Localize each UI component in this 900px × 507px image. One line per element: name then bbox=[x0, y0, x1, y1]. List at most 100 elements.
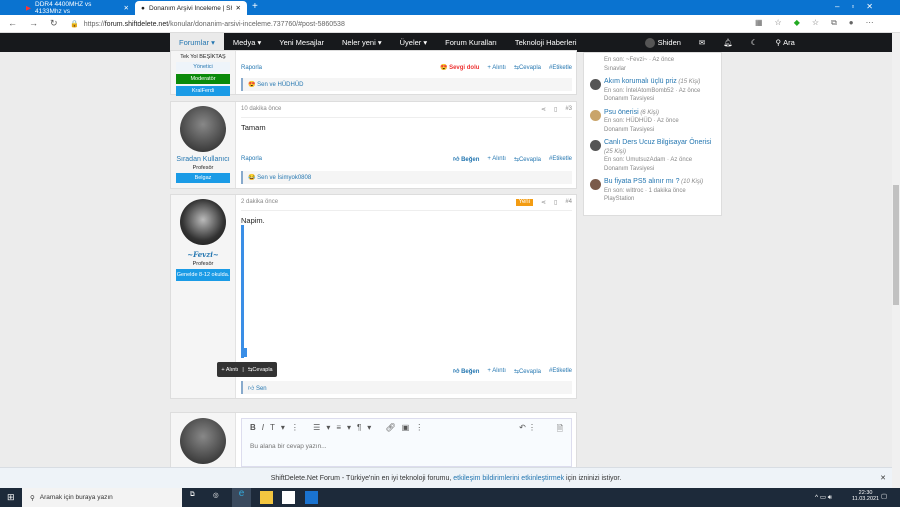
enable-notifications-link[interactable]: etkileşim bildirimlerini etkinleştirmek bbox=[453, 475, 564, 482]
reactions-bar[interactable]: 👍︎ Sen bbox=[241, 381, 572, 394]
selection-tooltip: + Alıntı | ⇆Cevapla bbox=[217, 362, 277, 377]
search-button[interactable]: ⚲ Ara bbox=[766, 33, 803, 52]
browser-toolbar-icons[interactable]: ▦☆◆☆⧉●⋯ bbox=[755, 18, 886, 28]
tooltip-quote-button[interactable]: + Alıntı bbox=[221, 367, 238, 373]
avatar bbox=[590, 140, 601, 151]
reply-button[interactable]: ⇆Cevapla bbox=[514, 64, 541, 71]
close-tab-icon[interactable]: ✕ bbox=[124, 4, 129, 12]
like-button[interactable]: 👍︎ Beğen bbox=[453, 155, 479, 163]
thread-item[interactable]: Canlı Ders Ucuz Bilgisayar Önerisi (25 K… bbox=[590, 139, 715, 173]
user-avatar bbox=[180, 418, 226, 464]
tab-active[interactable]: ●Donanım Arşivi İnceleme | ShiftD✕ bbox=[135, 1, 247, 15]
share-icon[interactable]: ⋖ bbox=[541, 106, 546, 113]
reply-input[interactable] bbox=[250, 443, 550, 450]
user-title: Tek Yol BEŞİKTAŞ bbox=[180, 54, 226, 60]
like-button[interactable]: 👍︎ Beğen bbox=[453, 367, 479, 375]
inbox-icon[interactable]: ✉ bbox=[690, 33, 714, 52]
avatar bbox=[644, 37, 655, 48]
youtube-icon: ▶ bbox=[26, 5, 31, 12]
notification-bar: ShiftDelete.Net Forum - Türkiye'nin en i… bbox=[0, 467, 892, 488]
edge-icon[interactable]: e bbox=[232, 488, 251, 507]
address-bar-row: ←→↻ 🔒 https://forum.shiftdelete.net/konul… bbox=[0, 15, 900, 33]
tray-icons[interactable]: ^ ▭ 🔊︎ bbox=[815, 493, 832, 502]
quote-button[interactable]: + Alıntı bbox=[487, 368, 506, 374]
user-rank: Profesör bbox=[192, 261, 214, 267]
back-forward-refresh-icons[interactable]: ←→↻ bbox=[8, 18, 70, 29]
file-explorer-icon[interactable] bbox=[260, 491, 273, 504]
search-icon: ⚲ bbox=[30, 494, 35, 502]
windows-start-icon[interactable]: ⊞ bbox=[7, 492, 15, 503]
user-cell bbox=[171, 413, 236, 467]
reactions-bar[interactable]: 😍 Sen ve HÜDHÜD bbox=[241, 78, 572, 91]
quote-button[interactable]: + Alıntı bbox=[487, 156, 506, 162]
reaction-button[interactable]: 😍 Sevgi dolu bbox=[440, 64, 479, 71]
user-cell: Tek Yol BEŞİKTAŞ Yönetici Moderatör Kral… bbox=[171, 51, 236, 96]
share-icon[interactable]: ⋖ bbox=[541, 199, 546, 206]
close-tab-icon[interactable]: ✕ bbox=[236, 4, 241, 12]
new-badge: Yeni bbox=[515, 199, 533, 206]
post-3: Sıradan Kullanıcı Profesör Belgaz 10 dak… bbox=[170, 101, 577, 189]
user-avatar[interactable] bbox=[180, 199, 226, 245]
site-icon: ● bbox=[141, 4, 145, 12]
moon-icon[interactable]: ☾ bbox=[742, 33, 767, 52]
taskbar-search[interactable]: ⚲ Aramak için buraya yazın bbox=[22, 488, 182, 507]
user-avatar[interactable] bbox=[180, 106, 226, 152]
post-number[interactable]: #3 bbox=[565, 106, 572, 113]
task-view-icon[interactable]: ⧉ bbox=[190, 491, 203, 504]
badge-yonetici: Yönetici bbox=[176, 62, 230, 72]
browser-tab-bar: ▶ DDR4 4400MHZ vs 4133Mhz vs ✕ ● Donanım Ar… bbox=[0, 0, 900, 15]
close-icon[interactable]: ✕ bbox=[880, 468, 886, 489]
bookmark-icon[interactable]: ▯ bbox=[554, 199, 557, 206]
post-number[interactable]: #4 bbox=[565, 199, 572, 206]
tag-button[interactable]: #Etiketle bbox=[549, 368, 572, 374]
username[interactable]: ~Fevzi~ bbox=[171, 250, 235, 259]
preview-icon[interactable]: 🗎 bbox=[557, 423, 563, 437]
post-2: Tek Yol BEŞİKTAŞ Yönetici Moderatör Kral… bbox=[170, 50, 577, 96]
app-icon[interactable] bbox=[305, 491, 318, 504]
taskbar: ⊞ ⚲ Aramak için buraya yazın ⧉ ◎ e ^ ▭ 🔊︎… bbox=[0, 488, 900, 507]
user-rank: Profesör bbox=[192, 165, 214, 171]
user-banner: Genelde 8-12 okulda. bbox=[176, 269, 230, 281]
store-icon[interactable] bbox=[282, 491, 295, 504]
thread-item[interactable]: Bu fiyata PS5 alınır mı ? (10 Kişi) En so… bbox=[590, 178, 715, 204]
quick-reply: BIT▾⋮ ☰▾≡▾¶▾ 🔗︎▣⋮ ↶ ⋮ 🗎 bbox=[170, 412, 577, 468]
thread-item[interactable]: En son: ~Fevzi~ · Az önce Sınavlar bbox=[590, 56, 715, 73]
bell-icon[interactable]: 🔔︎ bbox=[714, 33, 742, 52]
undo-icon[interactable]: ↶ ⋮ bbox=[519, 423, 536, 432]
tag-button[interactable]: #Etiketle bbox=[549, 65, 572, 71]
lock-icon: 🔒 bbox=[70, 21, 79, 28]
tab-youtube[interactable]: ▶ DDR4 4400MHZ vs 4133Mhz vs ✕ bbox=[20, 1, 135, 15]
reply-button[interactable]: ⇆Cevapla bbox=[514, 156, 541, 163]
tag-button[interactable]: #Etiketle bbox=[549, 156, 572, 162]
reply-button[interactable]: ⇆Cevapla bbox=[514, 368, 541, 375]
text-selection-end bbox=[241, 348, 247, 357]
scrollbar-thumb[interactable] bbox=[893, 185, 899, 305]
quote-button[interactable]: + Alıntı bbox=[487, 65, 506, 71]
tooltip-reply-button[interactable]: ⇆Cevapla bbox=[248, 367, 273, 373]
editor-toolbar[interactable]: BIT▾⋮ ☰▾≡▾¶▾ 🔗︎▣⋮ bbox=[250, 423, 429, 432]
user-banner: KralFerdi bbox=[176, 86, 230, 96]
thread-item[interactable]: Psu önerisi (6 Kişi) En son: HÜDHÜD · Az … bbox=[590, 109, 715, 135]
url-field[interactable]: 🔒 https://forum.shiftdelete.net/konular/d… bbox=[70, 18, 730, 30]
app-icon[interactable]: ◎ bbox=[213, 491, 226, 504]
badge-moderator: Moderatör bbox=[176, 74, 230, 84]
user-menu[interactable]: Shiden bbox=[636, 33, 690, 52]
bookmark-icon[interactable]: ▯ bbox=[554, 106, 557, 113]
user-cell: Sıradan Kullanıcı Profesör Belgaz bbox=[171, 102, 236, 188]
username[interactable]: Sıradan Kullanıcı bbox=[171, 156, 235, 163]
report-link[interactable]: Raporla bbox=[241, 156, 262, 162]
post-content: Tamam bbox=[241, 123, 266, 132]
post-time[interactable]: 10 dakika önce bbox=[241, 106, 281, 112]
action-center-icon[interactable]: ▢ bbox=[881, 492, 887, 500]
new-posts-widget: En son: ~Fevzi~ · Az önce Sınavlar Akım k… bbox=[583, 52, 722, 216]
report-link[interactable]: Raporla bbox=[241, 65, 262, 71]
reactions-bar[interactable]: 😂 Sen ve İsimyok0808 bbox=[241, 171, 572, 184]
window-controls[interactable]: –▫✕ bbox=[835, 2, 885, 11]
avatar bbox=[590, 79, 601, 90]
new-tab-icon[interactable]: + bbox=[252, 1, 258, 12]
post-time[interactable]: 2 dakika önce bbox=[241, 199, 278, 205]
thread-item[interactable]: Akım korumalı üçlü priz (15 Kişi) En son:… bbox=[590, 78, 715, 104]
avatar bbox=[590, 179, 601, 190]
text-selection bbox=[241, 225, 244, 358]
clock[interactable]: 22:30 11.03.2021 bbox=[852, 490, 879, 502]
